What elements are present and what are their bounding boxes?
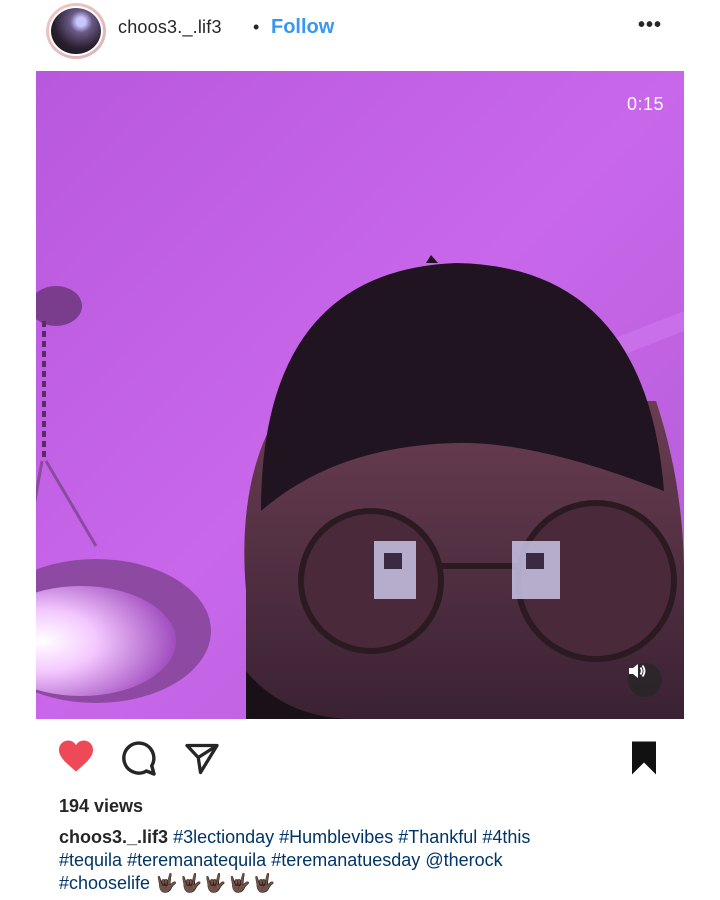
hashtag[interactable]: #teremanatequila xyxy=(127,850,266,870)
username[interactable]: choos3._.lif3 xyxy=(118,17,222,38)
video-timer: 0:15 xyxy=(626,94,664,114)
hashtag[interactable]: #Thankful xyxy=(398,827,477,847)
video-frame xyxy=(36,71,684,719)
caption-username[interactable]: choos3._.lif3 xyxy=(59,827,168,847)
heart-icon[interactable] xyxy=(57,739,95,778)
follow-button[interactable]: Follow xyxy=(271,16,334,39)
avatar-image xyxy=(49,6,103,56)
comment-icon[interactable] xyxy=(121,741,157,782)
more-options-icon[interactable]: ••• xyxy=(638,14,662,37)
hashtag[interactable]: #tequila xyxy=(59,850,122,870)
hashtag[interactable]: #teremanatuesday xyxy=(271,850,420,870)
post-header: choos3._.lif3 • Follow ••• xyxy=(0,0,720,62)
caption: choos3._.lif3 #3lectionday #Humblevibes … xyxy=(59,826,669,895)
mention[interactable]: @therock xyxy=(425,850,502,870)
hashtag[interactable]: #Humblevibes xyxy=(279,827,393,847)
hashtag[interactable]: #3lectionday xyxy=(173,827,274,847)
hashtag[interactable]: #chooselife xyxy=(59,873,150,893)
speaker-icon[interactable] xyxy=(628,663,662,697)
bookmark-icon[interactable] xyxy=(628,740,660,781)
share-icon[interactable] xyxy=(184,741,220,782)
avatar[interactable] xyxy=(46,3,106,59)
hashtag[interactable]: #4this xyxy=(482,827,530,847)
action-bar xyxy=(0,735,720,783)
separator-dot: • xyxy=(253,17,260,37)
view-count: 194 views xyxy=(59,796,144,816)
video-player[interactable]: 0:15 xyxy=(36,71,684,719)
emoji-hands: 🤟🏿🤟🏿🤟🏿🤟🏿🤟🏿 xyxy=(155,873,278,893)
